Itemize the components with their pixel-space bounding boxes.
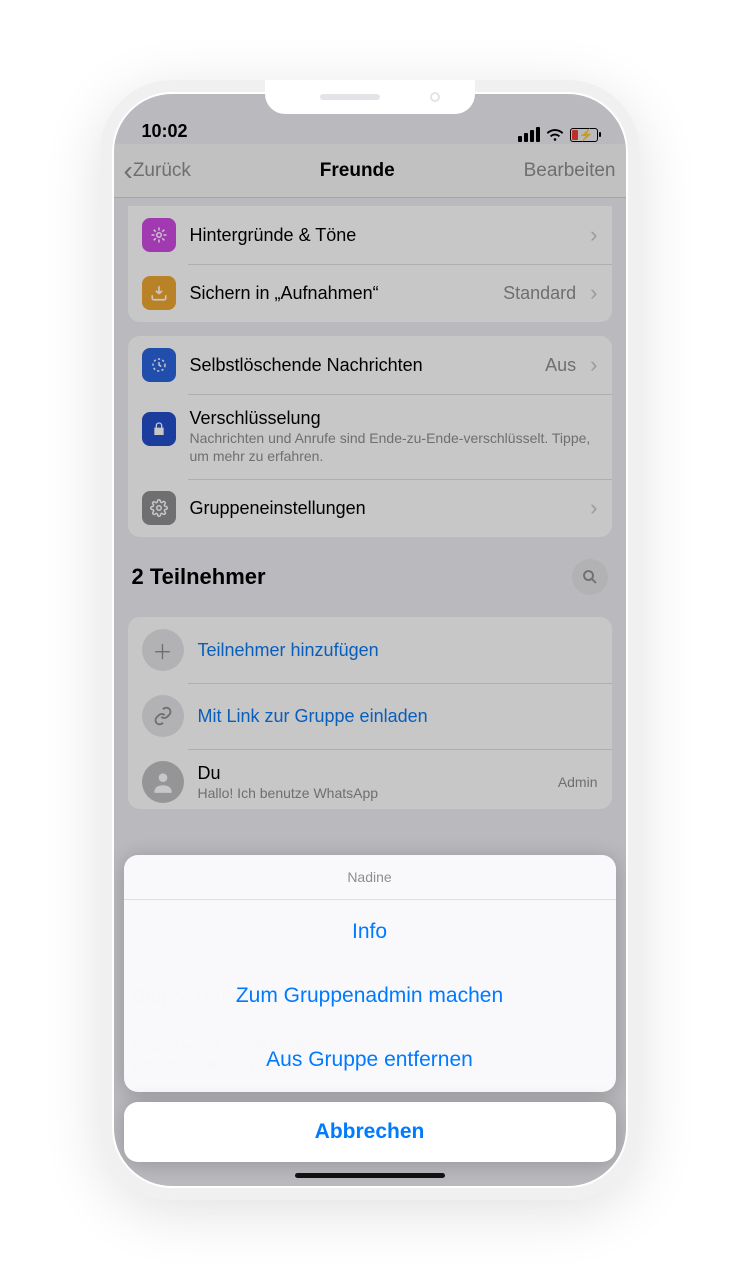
- action-info-button[interactable]: Info: [124, 900, 616, 964]
- home-indicator[interactable]: [295, 1173, 445, 1178]
- phone-mockup: 10:02 ⚡ ‹ Zurück Freunde Bearbeiten: [100, 80, 640, 1200]
- action-sheet-title: Nadine: [124, 855, 616, 900]
- action-sheet-overlay[interactable]: Nadine Info Zum Gruppenadmin machen Aus …: [114, 94, 626, 1186]
- action-make-admin-button[interactable]: Zum Gruppenadmin machen: [124, 964, 616, 1028]
- screen: 10:02 ⚡ ‹ Zurück Freunde Bearbeiten: [114, 94, 626, 1186]
- action-sheet: Nadine Info Zum Gruppenadmin machen Aus …: [124, 855, 616, 1092]
- action-cancel-button[interactable]: Abbrechen: [124, 1102, 616, 1162]
- action-remove-button[interactable]: Aus Gruppe entfernen: [124, 1028, 616, 1092]
